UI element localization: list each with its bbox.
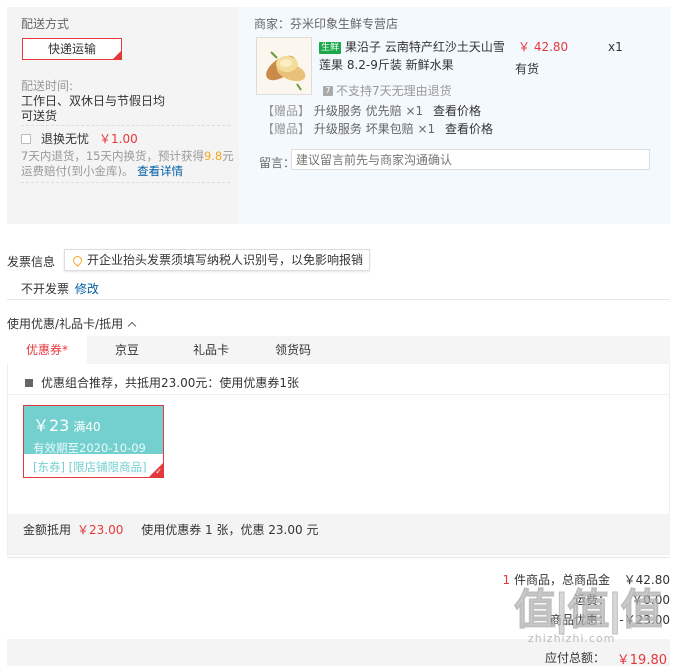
chevron-up-icon [127, 321, 137, 330]
return-desc-text: 7天内退货，15天内换货，预计获得 [21, 149, 204, 163]
no-return-text: 不支持7天无理由退货 [336, 84, 452, 98]
order-block: 配送方式 快递运输 配送时间: 工作日、双休日与节假日均 可送货 退换无忧 ￥1… [7, 7, 670, 224]
watermark-logo: 值|值|值 [514, 585, 664, 634]
gift-row: 【赠品】 升级服务 优先赔 ×1 查看价格 [262, 102, 481, 119]
invoice-tip: 开企业抬头发票须填写纳税人识别号，以免影响报销 [64, 249, 371, 271]
invoice-edit-link[interactable]: 修改 [75, 282, 99, 296]
coupon-footer: 金额抵用 ￥23.00 使用优惠券 1 张，优惠 23.00 元 [8, 514, 670, 554]
coupon-card[interactable]: ￥23 满40 有效期至2020-10-09 [东券] [限店铺限商品] ✓ [23, 405, 164, 478]
tab-jingdou[interactable]: 京豆 [87, 336, 167, 364]
product-title[interactable]: 生鲜 果沿子 云南特产红沙土天山雪莲果 8.2-9斤装 新鲜水果 [319, 38, 509, 74]
gift-name: 升级服务 坏果包赔 ×1 [313, 122, 436, 136]
product-image-graphic [257, 38, 311, 94]
location-pin-icon [71, 253, 84, 267]
return-details-link[interactable]: 查看详情 [137, 164, 183, 178]
merchant-name: 商家：芬米印象生鲜专营店 [254, 17, 399, 31]
fresh-tag: 生鲜 [319, 42, 342, 54]
return-desc-amount: 9.8 [203, 149, 223, 163]
tab-coupons[interactable]: 优惠券* [7, 336, 87, 364]
return-insurance-label: 退换无忧 [41, 132, 90, 146]
invoice-label: 发票信息 [7, 255, 56, 269]
gift-tag: 【赠品】 [262, 122, 311, 136]
coupon-combo-row[interactable]: 优惠组合推荐，共抵用23.00元：使用优惠券1张 [25, 374, 299, 391]
return-insurance-row: 退换无忧 ￥1.00 [21, 130, 138, 147]
divider [7, 299, 670, 300]
shipping-method-button[interactable]: 快递运输 [22, 38, 122, 60]
coupon-amount: ￥23 [33, 416, 70, 435]
divider [21, 182, 230, 183]
shipping-method-label: 快递运输 [47, 42, 96, 56]
coupon-tabs: 优惠券* 京豆 礼品卡 领货码 [7, 336, 670, 364]
product-price: ￥ 42.80 [518, 40, 569, 54]
gift-view-price-link[interactable]: 查看价格 [445, 122, 493, 136]
no-return-notice: 7 不支持7天无理由退货 [323, 82, 452, 99]
shipping-panel: 配送方式 快递运输 配送时间: 工作日、双休日与节假日均 可送货 退换无忧 ￥1… [7, 7, 239, 224]
return-insurance-checkbox[interactable] [21, 133, 31, 144]
message-label: 留言： [259, 156, 296, 170]
gift-name: 升级服务 优先赔 ×1 [313, 104, 424, 118]
site-watermark: 值|值|值 zhizhizhi.com [514, 585, 672, 666]
product-stock: 有货 [515, 62, 540, 76]
combo-checkbox[interactable] [25, 378, 33, 387]
invoice-tip-text: 开企业抬头发票须填写纳税人识别号，以免影响报销 [87, 253, 364, 267]
coupon-limit: [东券] [限店铺限商品] [33, 460, 147, 474]
coupon-footer-summary: 使用优惠券 1 张，优惠 23.00 元 [141, 523, 319, 537]
coupon-panel: 优惠组合推荐，共抵用23.00元：使用优惠券1张 ￥23 满40 有效期至2020… [7, 364, 670, 555]
divider [21, 125, 230, 126]
coupon-section-title: 使用优惠/礼品卡/抵用 [7, 317, 124, 331]
check-icon: ✓ [155, 467, 162, 476]
delivery-time-line: 可送货 [21, 109, 58, 123]
gift-view-price-link[interactable]: 查看价格 [433, 104, 481, 118]
shipping-title: 配送方式 [21, 17, 70, 31]
gift-row: 【赠品】 升级服务 坏果包赔 ×1 查看价格 [262, 120, 493, 137]
product-image[interactable] [256, 37, 312, 95]
merchant-panel: 商家：芬米印象生鲜专营店 生鲜 果沿子 云南特产红沙土天山雪莲果 8.2-9斤装 … [239, 7, 670, 224]
selected-corner-icon [113, 51, 121, 59]
product-title-text: 果沿子 云南特产红沙土天山雪莲果 8.2-9斤装 新鲜水果 [319, 40, 505, 72]
invoice-status: 不开发票 修改 [21, 280, 99, 297]
coupon-condition: 满40 [73, 420, 101, 434]
no-return-icon: 7 [323, 85, 333, 96]
coupon-footer-label: 金额抵用 [23, 523, 72, 537]
coupon-section-toggle[interactable]: 使用优惠/礼品卡/抵用 [7, 315, 137, 332]
invoice-status-text: 不开发票 [21, 282, 70, 296]
coupon-footer-amount: ￥23.00 [77, 523, 124, 537]
product-quantity: x1 [608, 40, 623, 54]
coupon-amount-row: ￥23 满40 [33, 412, 163, 436]
divider [8, 394, 670, 395]
message-input[interactable] [291, 149, 650, 170]
tab-redeem-code[interactable]: 领货码 [253, 336, 333, 364]
divider [7, 557, 670, 558]
return-insurance-desc: 7天内退货，15天内换货，预计获得9.8元运费赔付(到小金库)。 查看详情 [21, 149, 235, 179]
coupon-card-top: ￥23 满40 有效期至2020-10-09 [24, 406, 163, 455]
return-insurance-price: ￥1.00 [99, 132, 138, 146]
coupon-expiry: 有效期至2020-10-09 [33, 441, 146, 455]
tab-gift-card[interactable]: 礼品卡 [171, 336, 251, 364]
gift-tag: 【赠品】 [262, 104, 311, 118]
coupon-combo-text: 优惠组合推荐，共抵用23.00元：使用优惠券1张 [41, 376, 299, 390]
